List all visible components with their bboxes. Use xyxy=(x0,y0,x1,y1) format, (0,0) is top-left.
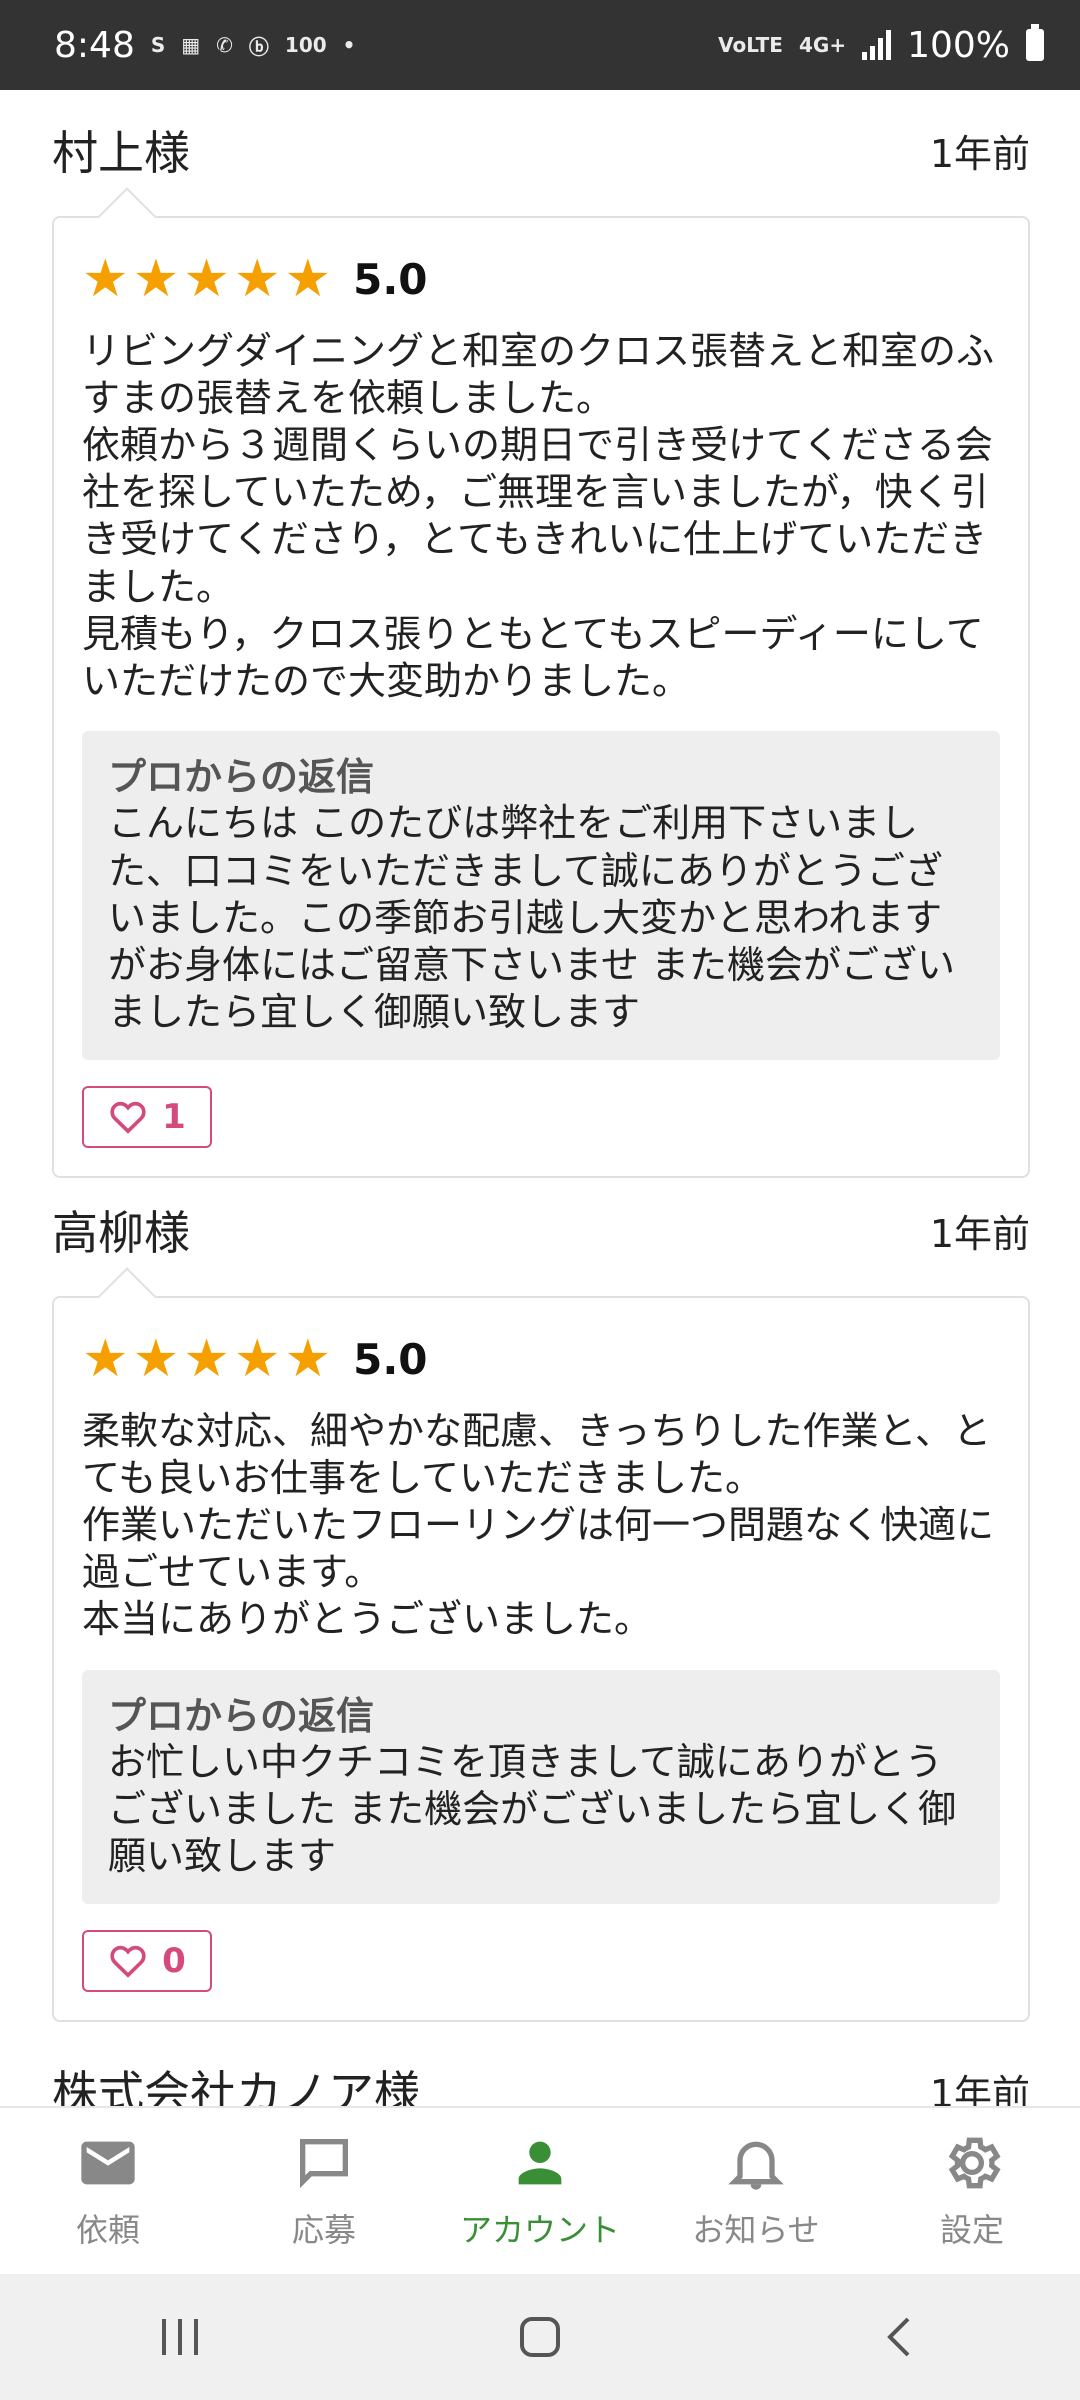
bell-icon xyxy=(728,2141,784,2190)
review-text: リビングダイニングと和室のクロス張替えと和室のふすまの張替えを依頼しました。 依… xyxy=(82,329,995,703)
reviewer-name: 村上様 xyxy=(52,126,190,180)
home-button[interactable] xyxy=(495,2307,585,2367)
home-icon xyxy=(520,2317,560,2357)
chat-icon xyxy=(300,2139,348,2189)
reply-title: プロからの返信 xyxy=(108,754,375,799)
sports-icon: S xyxy=(150,33,166,57)
star-icon: ★ xyxy=(233,1329,281,1389)
nav-label: アカウント xyxy=(459,2211,620,2249)
nav-item-settings[interactable]: 設定 xyxy=(864,2131,1080,2251)
like-count: 1 xyxy=(162,1097,186,1138)
signal-icon xyxy=(862,30,892,60)
pro-reply: プロからの返信 お忙しい中クチコミを頂きまして誠にありがとうございました また機… xyxy=(82,1669,1000,1905)
review-time: 1年前 xyxy=(929,131,1030,176)
star-icon: ★ xyxy=(183,249,230,309)
star-icon: ★ xyxy=(284,1329,332,1389)
review-item: 村上様 1年前 ★ ★ ★ ★ ★ 5.0 リビングダイニングと和室のクロス張替… xyxy=(52,110,1030,1179)
star-icon: ★ xyxy=(183,1329,230,1389)
app-notification-icon: ⓑ xyxy=(248,34,269,59)
review-item: 高柳様 1年前 ★ ★ ★ ★ ★ 5.0 柔軟な対応、細やかな配慮、きっちりし… xyxy=(52,1190,1030,2023)
rating: ★ ★ ★ ★ ★ 5.0 xyxy=(82,1328,1000,1390)
nav-item-account[interactable]: アカウント xyxy=(432,2131,648,2251)
review-text: 柔軟な対応、細やかな配慮、きっちりした作業と、とても良いお仕事をしていただきまし… xyxy=(82,1409,995,1642)
star-icon: ★ xyxy=(233,249,281,309)
review-card: ★ ★ ★ ★ ★ 5.0 柔軟な対応、細やかな配慮、きっちりした作業と、とても… xyxy=(52,1296,1030,2023)
nav-item-requests[interactable]: 依頼 xyxy=(0,2131,216,2251)
status-time: 8:48 xyxy=(54,24,135,66)
bottom-nav: 依頼 応募 アカウント お知らせ 設定 xyxy=(0,2106,1080,2274)
rating-score: 5.0 xyxy=(353,254,428,304)
review-header: 高柳様 1年前 xyxy=(52,1190,1030,1270)
mail-icon xyxy=(81,2141,135,2185)
heart-icon xyxy=(110,1101,146,1134)
system-nav-bar xyxy=(0,2274,1080,2400)
recent-apps-icon xyxy=(162,2319,198,2355)
recent-apps-button[interactable] xyxy=(135,2307,225,2367)
star-icon: ★ xyxy=(82,249,129,309)
reply-text: お忙しい中クチコミを頂きまして誠にありがとうございました また機会がございました… xyxy=(108,1740,957,1879)
pro-reply: プロからの返信 こんにちは このたびは弊社をご利用下さいました、口コミをいただき… xyxy=(82,730,1000,1061)
nav-item-applications[interactable]: 応募 xyxy=(216,2131,432,2251)
like-button[interactable]: 1 xyxy=(82,1086,212,1149)
gear-icon xyxy=(948,2137,1001,2189)
rating-score: 5.0 xyxy=(353,1334,428,1384)
back-icon xyxy=(887,2317,910,2357)
dot-icon: • xyxy=(342,33,356,57)
review-item: 株式会社カノア様 1年前 xyxy=(52,2050,1030,2108)
star-icon: ★ xyxy=(82,1329,129,1389)
star-icon: ★ xyxy=(132,1329,180,1389)
nav-item-notifications[interactable]: お知らせ xyxy=(648,2131,864,2251)
network-type: 4G+ xyxy=(798,33,847,57)
notification-count: 100 xyxy=(284,33,327,57)
volte-icon: VoLTE xyxy=(718,33,783,57)
nav-label: 設定 xyxy=(939,2211,1004,2249)
reviews-list[interactable]: 村上様 1年前 ★ ★ ★ ★ ★ 5.0 リビングダイニングと和室のクロス張替… xyxy=(0,90,1080,2108)
person-icon xyxy=(518,2141,562,2185)
review-header: 株式会社カノア様 1年前 xyxy=(52,2050,1030,2108)
nav-label: 依頼 xyxy=(75,2211,140,2249)
nav-label: お知らせ xyxy=(692,2211,820,2249)
heart-icon xyxy=(110,1946,146,1979)
review-time: 1年前 xyxy=(929,2071,1030,2109)
reviewer-name: 株式会社カノア様 xyxy=(52,2066,420,2108)
star-icon: ★ xyxy=(132,249,180,309)
battery-percent: 100% xyxy=(907,24,1010,66)
review-card: ★ ★ ★ ★ ★ 5.0 リビングダイニングと和室のクロス張替えと和室のふすま… xyxy=(52,216,1030,1179)
star-icon: ★ xyxy=(284,249,332,309)
rating: ★ ★ ★ ★ ★ 5.0 xyxy=(82,248,1000,310)
status-bar: 8:48 S ▦ ✆ ⓑ 100 • VoLTE 4G+ 100% xyxy=(0,0,1080,90)
review-time: 1年前 xyxy=(929,1211,1030,1256)
battery-icon xyxy=(1026,24,1044,61)
reviewer-name: 高柳様 xyxy=(52,1206,190,1260)
calendar-icon: ▦ xyxy=(181,33,201,57)
like-count: 0 xyxy=(162,1941,186,1982)
review-header: 村上様 1年前 xyxy=(52,110,1030,190)
back-button[interactable] xyxy=(855,2307,945,2367)
reply-text: こんにちは このたびは弊社をご利用下さいました、口コミをいただきまして誠にありが… xyxy=(108,801,955,1034)
nav-label: 応募 xyxy=(291,2211,356,2249)
reply-title: プロからの返信 xyxy=(108,1693,375,1738)
like-button[interactable]: 0 xyxy=(82,1930,212,1993)
call-icon: ✆ xyxy=(216,33,233,57)
